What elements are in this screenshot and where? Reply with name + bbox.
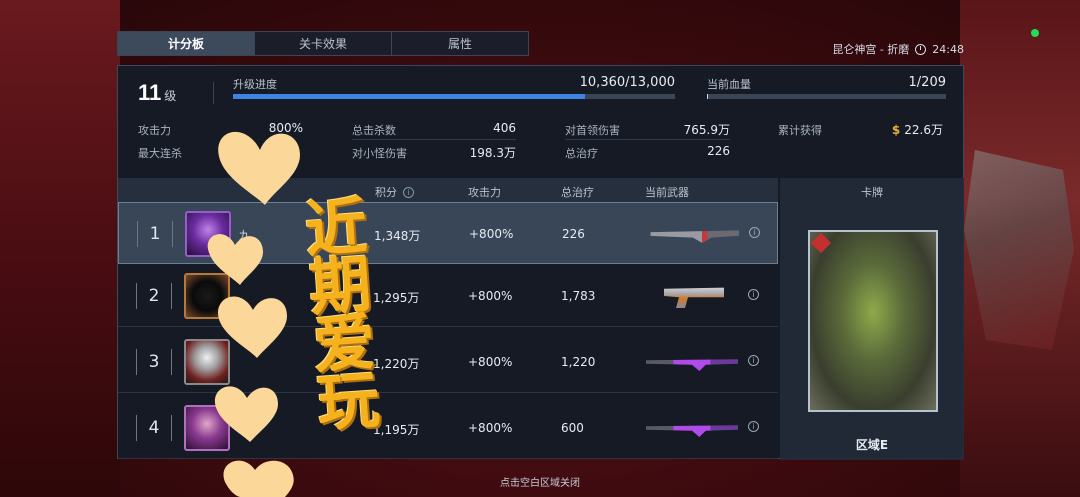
top-right-info: 昆仑神宫 - 折磨 24:48 <box>832 41 964 57</box>
hp-label: 当前血量 <box>707 78 751 91</box>
heal-value: 226 <box>562 227 585 241</box>
rank: 4 <box>136 415 172 441</box>
attack-value: +800% <box>468 355 513 369</box>
background-left <box>0 0 120 497</box>
card-column: 卡牌 区域E <box>780 178 964 460</box>
tab-attributes[interactable]: 属性 <box>392 32 528 55</box>
attack-label: 攻击力 <box>138 124 171 137</box>
progress-value: 10,360/13,000 <box>579 75 675 90</box>
header-weapon: 当前武器 <box>645 186 689 199</box>
boss-damage-label: 对首领伤害 <box>565 124 620 137</box>
info-icon[interactable]: i <box>748 289 759 300</box>
sniper-icon <box>646 359 738 371</box>
info-icon[interactable]: i <box>748 355 759 366</box>
card-header: 卡牌 <box>861 186 883 199</box>
card-badge-icon <box>810 232 832 254</box>
background-right <box>960 0 1080 497</box>
total-heal-label: 总治疗 <box>565 147 598 160</box>
hp-fill <box>707 94 709 99</box>
header-attack: 攻击力 <box>468 186 501 199</box>
mech-decoration <box>964 150 1074 350</box>
level-display: 11 级 <box>138 80 176 106</box>
hp-value: 1/209 <box>908 75 946 90</box>
level-unit: 级 <box>164 89 177 103</box>
heart-shape <box>218 131 300 205</box>
heal-value: 1,220 <box>561 355 596 369</box>
earned-value-wrap: $22.6万 <box>858 121 943 138</box>
info-icon[interactable]: i <box>748 421 759 432</box>
level-number: 11 <box>138 80 162 105</box>
status-indicator-icon <box>1031 29 1039 37</box>
total-heal-value: 226 <box>707 144 730 158</box>
rank: 2 <box>136 283 172 309</box>
heart-shape <box>223 460 294 497</box>
sniper-icon <box>646 425 738 437</box>
info-icon[interactable]: i <box>749 227 760 238</box>
stat-separator <box>565 139 730 140</box>
card-name: 区域E <box>855 438 889 452</box>
close-hint[interactable]: 点击空白区域关闭 <box>0 474 1080 489</box>
time-label: 24:48 <box>932 42 964 56</box>
rank: 1 <box>137 221 173 247</box>
heart-shape <box>214 386 278 442</box>
progress-label: 升级进度 <box>233 78 277 91</box>
heal-value: 1,783 <box>561 289 596 303</box>
attack-value: +800% <box>468 421 513 435</box>
boss-damage-value: 765.9万 <box>683 123 730 137</box>
header-heal: 总治疗 <box>561 186 594 199</box>
minion-damage-value: 198.3万 <box>469 146 516 160</box>
location-label: 昆仑神宫 - 折磨 <box>832 43 910 56</box>
clock-icon <box>915 43 927 55</box>
progress-fill <box>233 94 586 99</box>
divider <box>213 82 214 104</box>
rifle-icon <box>647 230 739 243</box>
pistol-icon <box>664 287 724 308</box>
sticker-text: 近期爱玩 <box>291 192 381 430</box>
attack-value: +800% <box>468 289 513 303</box>
total-kills-value: 406 <box>493 121 516 135</box>
dollar-icon: $ <box>891 123 901 137</box>
progress-bar <box>233 94 675 99</box>
earned-label: 累计获得 <box>778 124 822 137</box>
card-image[interactable] <box>808 230 938 412</box>
hp-bar <box>707 94 946 99</box>
tab-scoreboard[interactable]: 计分板 <box>118 32 255 55</box>
tab-bar: 计分板 关卡效果 属性 <box>117 31 529 56</box>
heart-shape <box>207 234 263 285</box>
earned-value: 22.6万 <box>904 123 943 137</box>
heal-value: 600 <box>561 421 584 435</box>
tab-stage-effects[interactable]: 关卡效果 <box>255 32 392 55</box>
attack-value: +800% <box>469 227 514 241</box>
max-combo-label: 最大连杀 <box>138 147 182 160</box>
rank: 3 <box>136 349 172 375</box>
